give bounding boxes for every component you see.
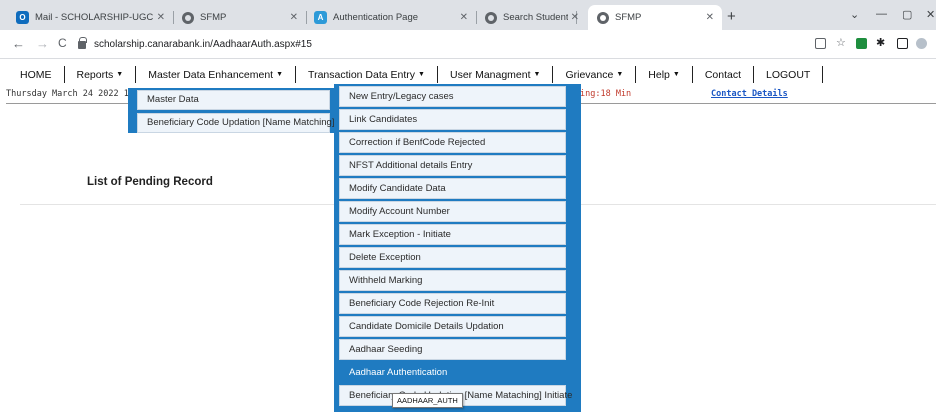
tab-close-icon[interactable]: ✕ [571,12,579,23]
menu-item[interactable]: NFST Additional details Entry [339,155,566,176]
nav-help[interactable]: Help ▼ [648,69,680,81]
caret-down-icon: ▼ [418,71,425,78]
tab-title: Authentication Page [333,12,419,23]
menu-item[interactable]: Beneficiary Code Rejection Re-Init [339,293,566,314]
page-title: List of Pending Record [87,176,213,188]
tab-close-icon[interactable]: ✕ [157,12,165,23]
menu-item[interactable]: Link Candidates [339,109,566,130]
nav-logout[interactable]: LOGOUT [766,69,810,81]
master-data-dropdown: Master Data Beneficiary Code Updation [N… [128,88,334,133]
caret-down-icon: ▼ [533,71,541,78]
minimize-icon[interactable]: — [876,8,887,20]
menu-item-master-data[interactable]: Master Data [137,90,330,110]
outlook-icon: O [16,11,29,24]
nav-grievance[interactable]: Grievance ▼ [565,69,623,81]
nav-reports[interactable]: Reports ▼ [77,69,124,81]
restore-icon[interactable]: ▢ [902,8,912,21]
browser-tab-strip: O Mail - SCHOLARSHIP-UGC - Bra ✕ SFMP ✕ … [0,0,936,30]
profile-avatar-icon[interactable] [916,38,927,49]
tab-close-icon[interactable]: ✕ [460,12,468,23]
menu-item[interactable]: Aadhaar Seeding [339,339,566,360]
tab-title: Mail - SCHOLARSHIP-UGC - Bra [35,12,153,23]
new-tab-button[interactable]: + [727,8,736,25]
transaction-data-entry-dropdown: New Entry/Legacy cases Link Candidates C… [334,84,581,412]
menu-item-aadhaar-authentication[interactable]: Aadhaar Authentication [339,362,566,383]
address-bar: ← → C scholarship.canarabank.in/AadhaarA… [0,30,936,59]
caret-down-icon: ▼ [276,71,284,78]
menu-item[interactable]: Modify Account Number [339,201,566,222]
forward-arrow-icon[interactable]: → [36,36,49,51]
menu-item[interactable]: Mark Exception - Initiate [339,224,566,245]
url-text: scholarship.canarabank.in/AadhaarAuth.as… [94,39,312,50]
caret-down-icon: ▼ [616,71,624,78]
globe-icon [181,11,194,24]
tab-close-icon[interactable]: ✕ [706,12,714,23]
back-arrow-icon[interactable]: ← [12,36,25,51]
share-icon[interactable] [815,38,826,49]
puzzle-icon[interactable]: ✱ [876,36,885,49]
tab-title: SFMP [615,12,642,23]
browser-tab[interactable]: A Authentication Page ✕ [306,5,477,30]
nav-home[interactable]: HOME [20,69,52,81]
browser-tab-active[interactable]: SFMP ✕ [588,5,722,30]
browser-tab[interactable]: SFMP ✕ [173,5,307,30]
nav-user-management[interactable]: User Managment ▼ [450,69,540,81]
url-field[interactable]: scholarship.canarabank.in/AadhaarAuth.as… [78,34,798,55]
browser-tab[interactable]: O Mail - SCHOLARSHIP-UGC - Bra ✕ [8,5,174,30]
menu-item[interactable]: Delete Exception [339,247,566,268]
menu-item[interactable]: Withheld Marking [339,270,566,291]
menu-item[interactable]: Modify Candidate Data [339,178,566,199]
caret-down-icon: ▼ [116,71,124,78]
extension-icon[interactable] [856,38,867,49]
tab-title: SFMP [200,12,227,23]
menu-item[interactable]: Correction if BenfCode Rejected [339,132,566,153]
side-panel-icon[interactable] [897,38,908,49]
reload-icon[interactable]: C [58,36,67,50]
auth-page-icon: A [314,11,327,24]
lock-icon[interactable] [78,36,87,49]
tooltip: AADHAAR_AUTH [392,393,463,408]
nav-master-data-enhancement[interactable]: Master Data Enhancement ▼ [148,69,283,81]
session-timer: ing:18 Min [580,89,632,99]
bookmark-star-icon[interactable]: ☆ [836,36,846,49]
current-date: Thursday March 24 2022 16: [6,89,140,99]
caret-down-icon: ▼ [672,71,680,78]
globe-icon [596,11,609,24]
nav-contact[interactable]: Contact [705,69,741,81]
tab-close-icon[interactable]: ✕ [290,12,298,23]
nav-transaction-data-entry[interactable]: Transaction Data Entry ▼ [308,69,425,81]
menu-item[interactable]: Candidate Domicile Details Updation [339,316,566,337]
menu-item-beneficiary-code-updation[interactable]: Beneficiary Code Updation [Name Matching… [137,113,334,133]
tab-search-icon[interactable]: ⌄ [850,8,859,21]
menu-item[interactable]: New Entry/Legacy cases [339,86,566,107]
contact-details-link[interactable]: Contact Details [711,89,788,99]
close-window-icon[interactable]: ✕ [926,8,935,21]
